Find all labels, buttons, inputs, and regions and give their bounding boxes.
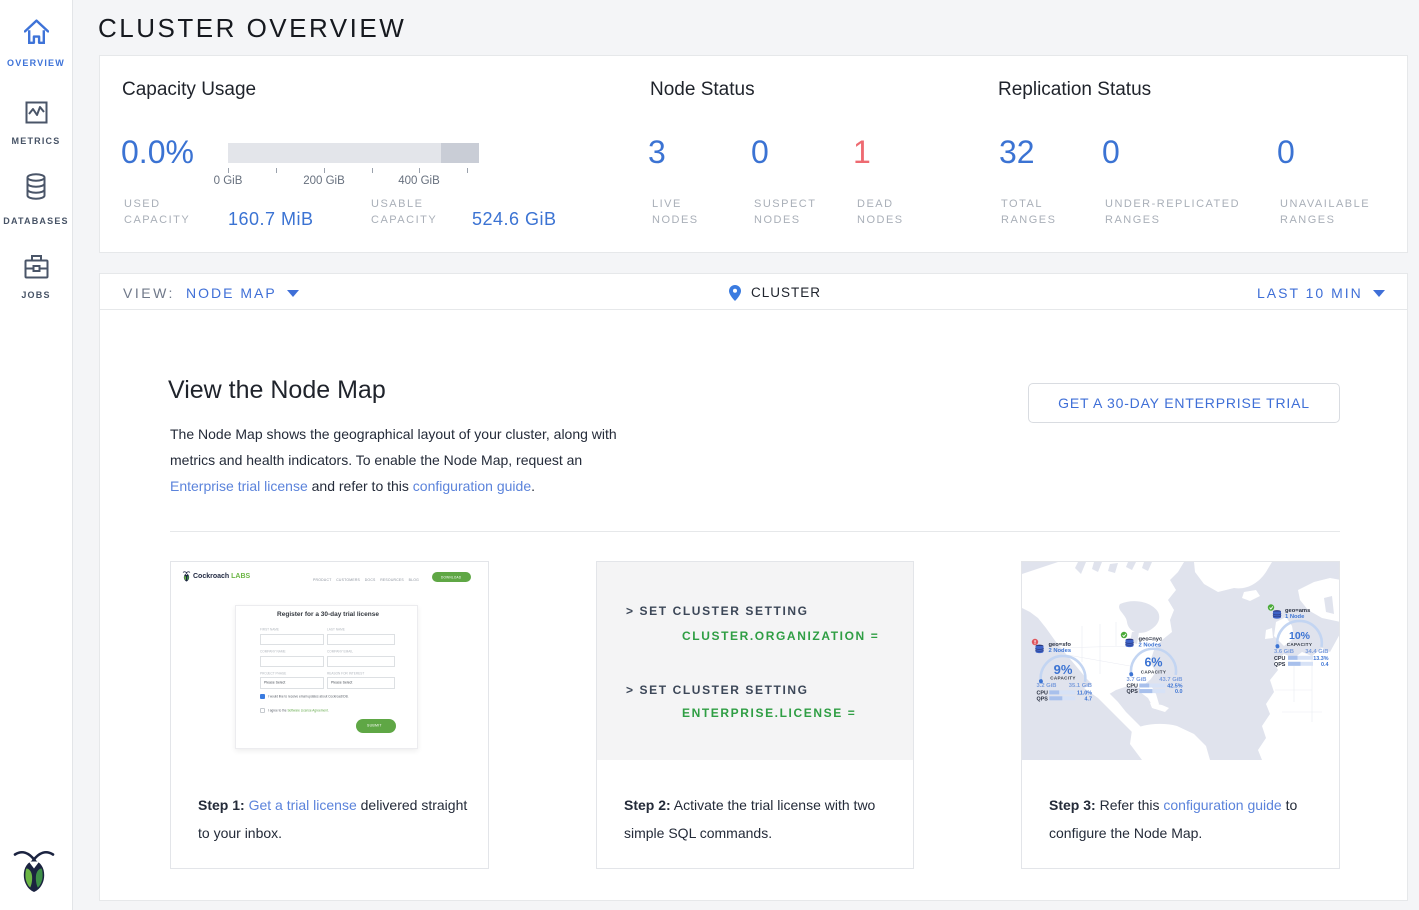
svg-text:43.7 GiB: 43.7 GiB xyxy=(1159,677,1182,683)
svg-text:3.2 GiB: 3.2 GiB xyxy=(1037,683,1057,689)
svg-text:3.6 GiB: 3.6 GiB xyxy=(1274,649,1294,655)
svg-text:34.4 GiB: 34.4 GiB xyxy=(1305,649,1328,655)
svg-text:4.7: 4.7 xyxy=(1085,696,1093,702)
svg-text:6%: 6% xyxy=(1144,656,1162,670)
svg-text:35.1 GiB: 35.1 GiB xyxy=(1069,683,1092,689)
svg-text:QPS: QPS xyxy=(1127,689,1139,695)
svg-text:CAPACITY: CAPACITY xyxy=(1050,676,1076,681)
svg-text:10%: 10% xyxy=(1289,630,1311,642)
svg-text:0.4: 0.4 xyxy=(1321,662,1329,668)
svg-text:3.7 GiB: 3.7 GiB xyxy=(1127,677,1147,683)
svg-text:CAPACITY: CAPACITY xyxy=(1141,670,1167,675)
svg-text:CAPACITY: CAPACITY xyxy=(1287,642,1313,647)
svg-text:0.0: 0.0 xyxy=(1175,689,1183,695)
svg-text:1 Node: 1 Node xyxy=(1285,614,1305,620)
svg-text:2 Nodes: 2 Nodes xyxy=(1139,642,1162,648)
svg-text:2 Nodes: 2 Nodes xyxy=(1049,648,1072,654)
svg-text:QPS: QPS xyxy=(1274,662,1286,668)
svg-text:QPS: QPS xyxy=(1037,696,1049,702)
